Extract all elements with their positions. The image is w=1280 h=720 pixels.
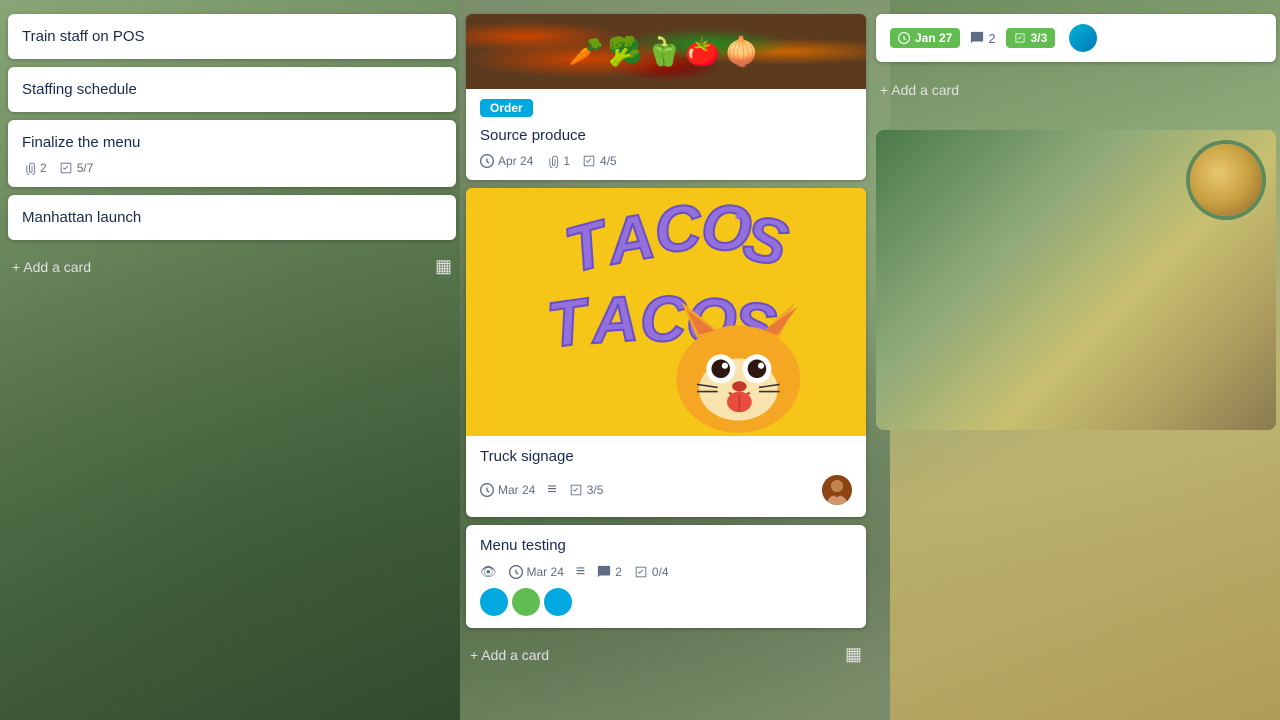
comment-icon [597,565,611,579]
comment-value: 2 [615,565,622,579]
card-title: Train staff on POS [22,28,145,45]
card-title: Staffing schedule [22,81,137,98]
add-card-left[interactable]: + Add a card ▦ [8,248,456,285]
clock-icon [480,154,494,168]
add-card-label: + Add a card [12,259,91,275]
checklist-value: 3/5 [587,483,604,497]
avatar-2 [512,588,540,616]
attachment-value: 2 [40,161,47,175]
comment-badge: 2 [970,31,995,46]
clock-icon [480,483,494,497]
card-right-top[interactable]: Jan 27 2 3/3 [876,14,1276,62]
avatar-image [822,475,852,505]
checklist-badge: 3/3 [1006,28,1056,48]
checklist-icon [59,161,73,175]
desc-item: ≡ [576,564,585,580]
attach-value: 1 [563,154,570,168]
checklist-icon [634,565,648,579]
date-badge: Jan 27 [890,28,960,48]
user-avatar-svg [822,475,852,505]
checklist-icon [569,483,583,497]
card-title: Finalize the menu [22,134,140,151]
card-meta: Mar 24 ≡ 3/5 [480,475,852,505]
card-body: Order Source produce Apr 24 1 4/5 [466,89,866,180]
date-item: Mar 24 [509,565,564,579]
checklist-value: 3/3 [1031,31,1048,45]
card-truck-signage[interactable]: T A C O S ' T A [466,188,866,517]
card-menu-testing[interactable]: Menu testing 👁 Mar 24 ≡ 2 0/ [466,525,866,628]
card-body: Truck signage Mar 24 ≡ 3/5 [466,436,866,517]
paperclip-icon [545,154,559,168]
date-value: Mar 24 [527,565,564,579]
card-meta: 👁 Mar 24 ≡ 2 0/4 [480,564,852,580]
description-icon: ≡ [576,564,585,580]
card-title: Menu testing [480,535,852,556]
watch-item: 👁 [480,564,497,580]
produce-cover: 🥕🥦🫑🍅🧅 [466,14,866,89]
paperclip-icon [22,161,36,175]
add-card-middle[interactable]: + Add a card ▦ [466,636,866,673]
avatar-1 [480,588,508,616]
assignee-avatar [822,475,852,505]
svg-text:C: C [640,283,687,355]
right-cover-image [876,130,1276,430]
card-meta: Apr 24 1 4/5 [480,154,852,168]
desc-item: ≡ [547,482,556,498]
order-label: Order [480,99,533,117]
board: Train staff on POS Staffing schedule Fin… [0,0,1280,720]
comment-value: 2 [988,31,995,46]
date-value: Mar 24 [498,483,535,497]
date-item: Mar 24 [480,483,535,497]
attachment-count: 2 [22,161,47,175]
template-icon: ▦ [435,256,452,277]
avatar-group [480,588,852,616]
card-title: Source produce [480,125,852,146]
svg-text:C: C [652,191,705,267]
produce-image: 🥕🥦🫑🍅🧅 [466,14,866,89]
avatar-3 [544,588,572,616]
card-staffing-schedule[interactable]: Staffing schedule [8,67,456,112]
checklist-value: 0/4 [652,565,669,579]
add-card-right[interactable]: + Add a card [876,74,1276,106]
checklist-value: 4/5 [600,154,617,168]
template-icon: ▦ [845,644,862,665]
eye-icon: 👁 [480,564,497,580]
date-item: Apr 24 [480,154,533,168]
checklist-icon [582,154,596,168]
card-finalize-menu[interactable]: Finalize the menu 2 5/7 [8,120,456,187]
card-title: Manhattan launch [22,209,141,226]
add-card-label: + Add a card [470,647,549,663]
checklist-item: 4/5 [582,154,617,168]
comment-item: 2 [597,565,622,579]
checklist-item: 3/5 [569,483,604,497]
column-middle: 🥕🥦🫑🍅🧅 Order Source produce Apr 24 1 [466,10,866,673]
checklist-count: 5/7 [59,161,94,175]
card-source-produce[interactable]: 🥕🥦🫑🍅🧅 Order Source produce Apr 24 1 [466,14,866,180]
card-right-meta: Jan 27 2 3/3 [890,24,1262,52]
date-value: Jan 27 [915,31,952,45]
checklist-value: 5/7 [77,161,94,175]
taco-cover: T A C O S ' T A [466,188,866,436]
svg-text:A: A [587,282,640,357]
checklist-item: 0/4 [634,565,669,579]
checklist-badge-icon [1014,32,1026,44]
right-circular-item [1186,140,1266,220]
date-value: Apr 24 [498,154,533,168]
taco-art-svg: T A C O S ' T A [476,188,856,436]
description-icon: ≡ [547,482,556,498]
card-train-staff[interactable]: Train staff on POS [8,14,456,59]
column-left: Train staff on POS Staffing schedule Fin… [8,10,456,285]
clock-icon [509,565,523,579]
card-title: Truck signage [480,446,852,467]
add-card-label: + Add a card [880,82,959,98]
card-manhattan-launch[interactable]: Manhattan launch [8,195,456,240]
attach-item: 1 [545,154,570,168]
clock-badge-icon [898,32,910,44]
indicator-circle [1069,24,1097,52]
column-right: Jan 27 2 3/3 + Add a card [876,10,1276,430]
card-meta: 2 5/7 [22,161,442,175]
comment-icon [970,31,984,45]
